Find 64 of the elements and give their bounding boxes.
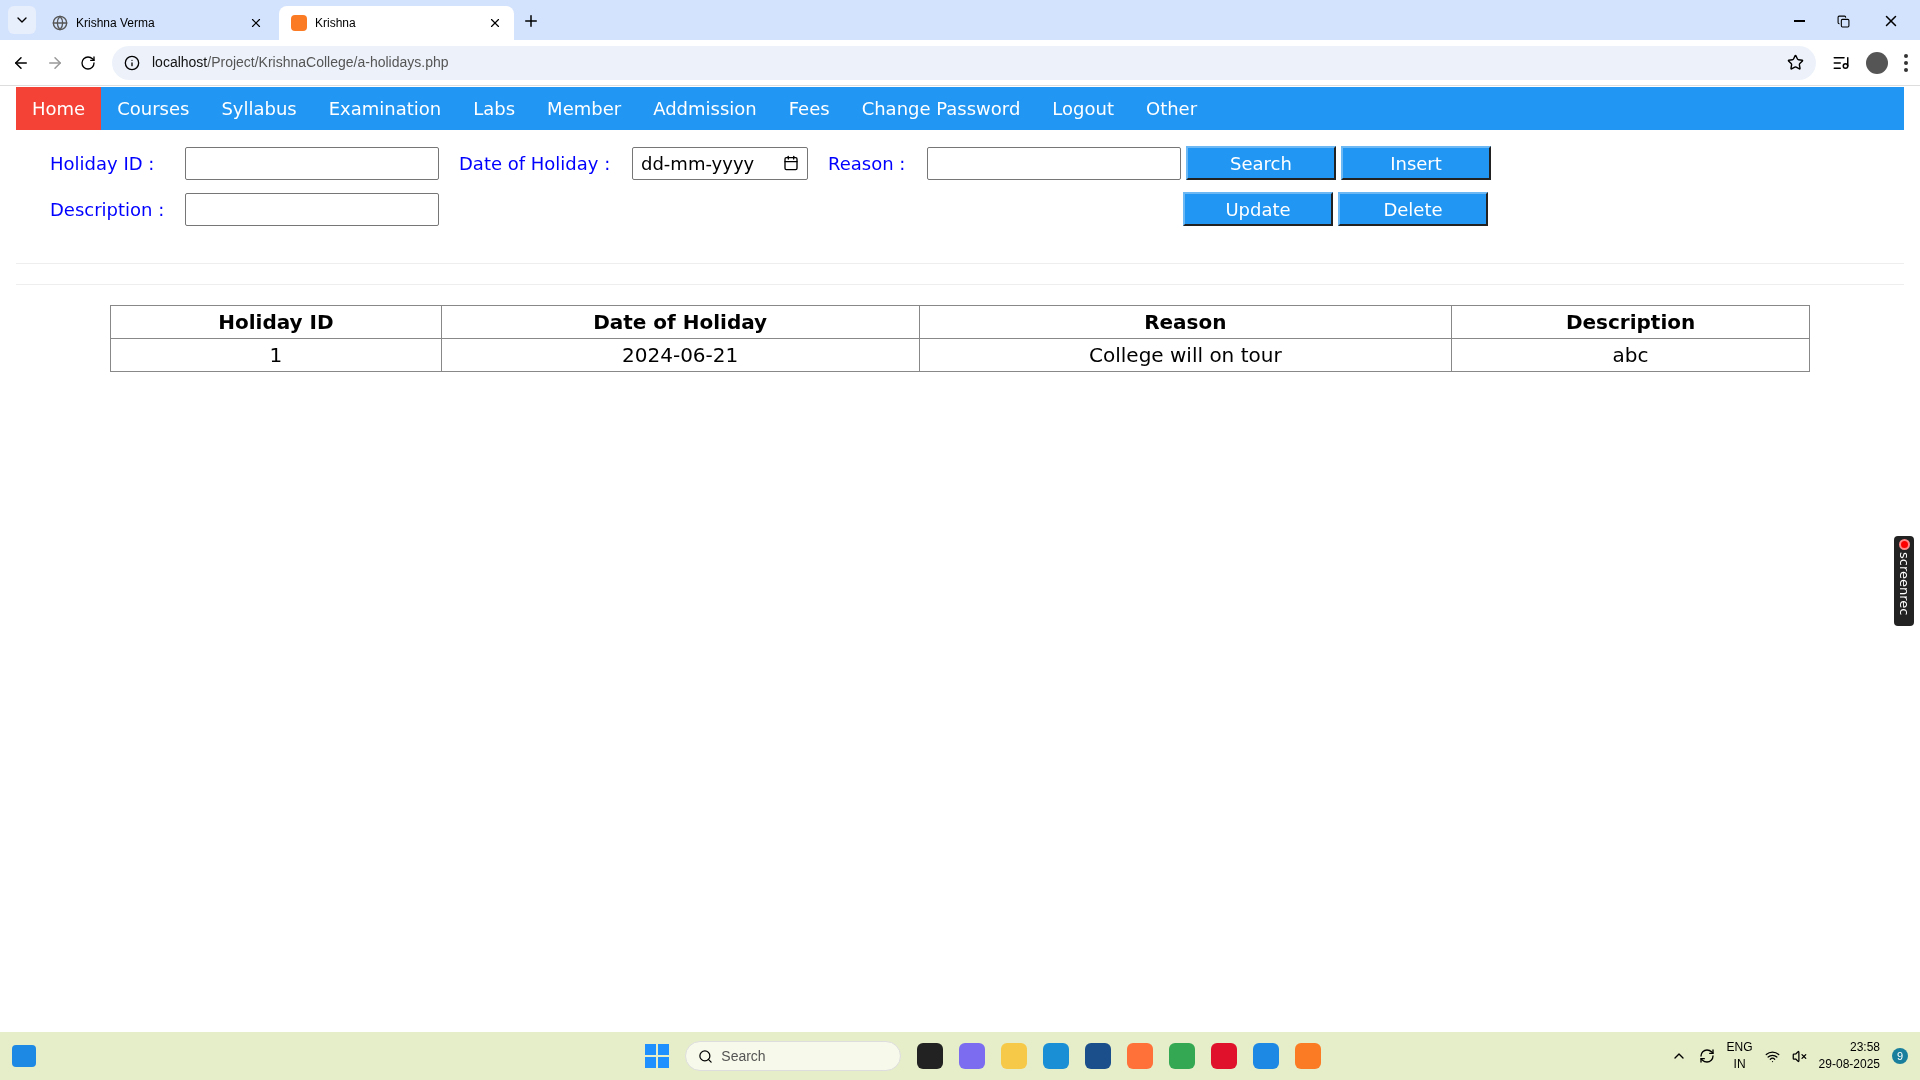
nav-link[interactable]: Labs: [457, 87, 532, 130]
input-field[interactable]: [927, 146, 1181, 180]
recorder-widget[interactable]: screenrec: [1894, 536, 1914, 626]
nav-link[interactable]: Home: [16, 87, 102, 130]
close-icon: [488, 16, 502, 30]
taskbar-search[interactable]: Search: [685, 1041, 902, 1071]
table-cell: 1: [110, 338, 442, 372]
search-icon: [698, 1048, 714, 1064]
url-text: localhost/Project/KrishnaCollege/a-holidays.php: [152, 53, 450, 72]
wifi-icon: [1764, 1048, 1780, 1064]
menu-icon: [1904, 53, 1908, 72]
input-field[interactable]: [185, 146, 439, 180]
nav-link[interactable]: Syllabus: [205, 87, 313, 130]
field-label: Reason :: [828, 151, 907, 176]
avatar-icon: [1866, 51, 1888, 74]
tab-title: Krishna: [315, 15, 357, 32]
browser-tab[interactable]: Krishna: [279, 6, 514, 40]
nav-link[interactable]: Logout: [1036, 87, 1130, 130]
input-field[interactable]: [185, 192, 439, 226]
field-label: Description :: [50, 197, 166, 222]
date-field[interactable]: dd-mm-yyyy: [632, 146, 808, 180]
column-header: Holiday ID: [110, 305, 442, 339]
app-logo-icon: [291, 15, 307, 31]
clock-time: 23:58: [1849, 1039, 1880, 1056]
nav-link[interactable]: Addmission: [637, 87, 773, 130]
nav-link[interactable]: Other: [1130, 87, 1214, 130]
nav-link[interactable]: Examination: [312, 87, 458, 130]
column-header: Description: [1451, 305, 1810, 339]
reload-icon: [80, 54, 96, 71]
sync-icon: [1698, 1048, 1715, 1064]
browser-tab[interactable]: Krishna Verma: [40, 6, 275, 40]
language-text: ENG: [1726, 1039, 1753, 1056]
nav-link[interactable]: Member: [531, 87, 638, 130]
start-icon: [645, 1044, 670, 1068]
restore-icon: [1837, 14, 1850, 28]
new-tab-icon: [522, 12, 540, 30]
globe-icon: [52, 15, 68, 31]
nav-link[interactable]: Courses: [101, 87, 206, 130]
muted-speaker-icon: [1791, 1048, 1807, 1064]
column-header: Date of Holiday: [441, 305, 919, 339]
table-cell: College will on tour: [919, 338, 1452, 372]
clock-date: 29-08-2025: [1818, 1056, 1880, 1073]
tab-title: Krishna Verma: [76, 15, 156, 32]
widget-label: screenrec: [1897, 552, 1911, 616]
column-header: Reason: [919, 305, 1452, 339]
address-bar[interactable]: localhost/Project/KrishnaCollege/a-holidays.php: [112, 45, 1816, 80]
field-label: Holiday ID :: [50, 151, 156, 176]
form-button[interactable]: Delete: [1338, 192, 1488, 226]
field-label: Date of Holiday :: [459, 151, 612, 176]
close-icon: [249, 16, 263, 30]
form-button[interactable]: Search: [1186, 146, 1336, 180]
notification-badge[interactable]: 9: [1892, 1048, 1908, 1064]
table-cell: 2024-06-21: [441, 338, 919, 372]
region-text: IN: [1733, 1056, 1746, 1073]
nav-link[interactable]: Change Password: [845, 87, 1037, 130]
table-cell: abc: [1451, 338, 1810, 372]
info-icon: [124, 54, 140, 71]
form-button[interactable]: Update: [1183, 192, 1333, 226]
minimize-icon: [1794, 20, 1805, 22]
nav-link[interactable]: Fees: [772, 87, 846, 130]
form-button[interactable]: Insert: [1341, 146, 1491, 180]
calendar-icon: [783, 155, 799, 171]
bookmark-star-icon: [1787, 54, 1804, 71]
tab-list-button[interactable]: [8, 6, 36, 34]
